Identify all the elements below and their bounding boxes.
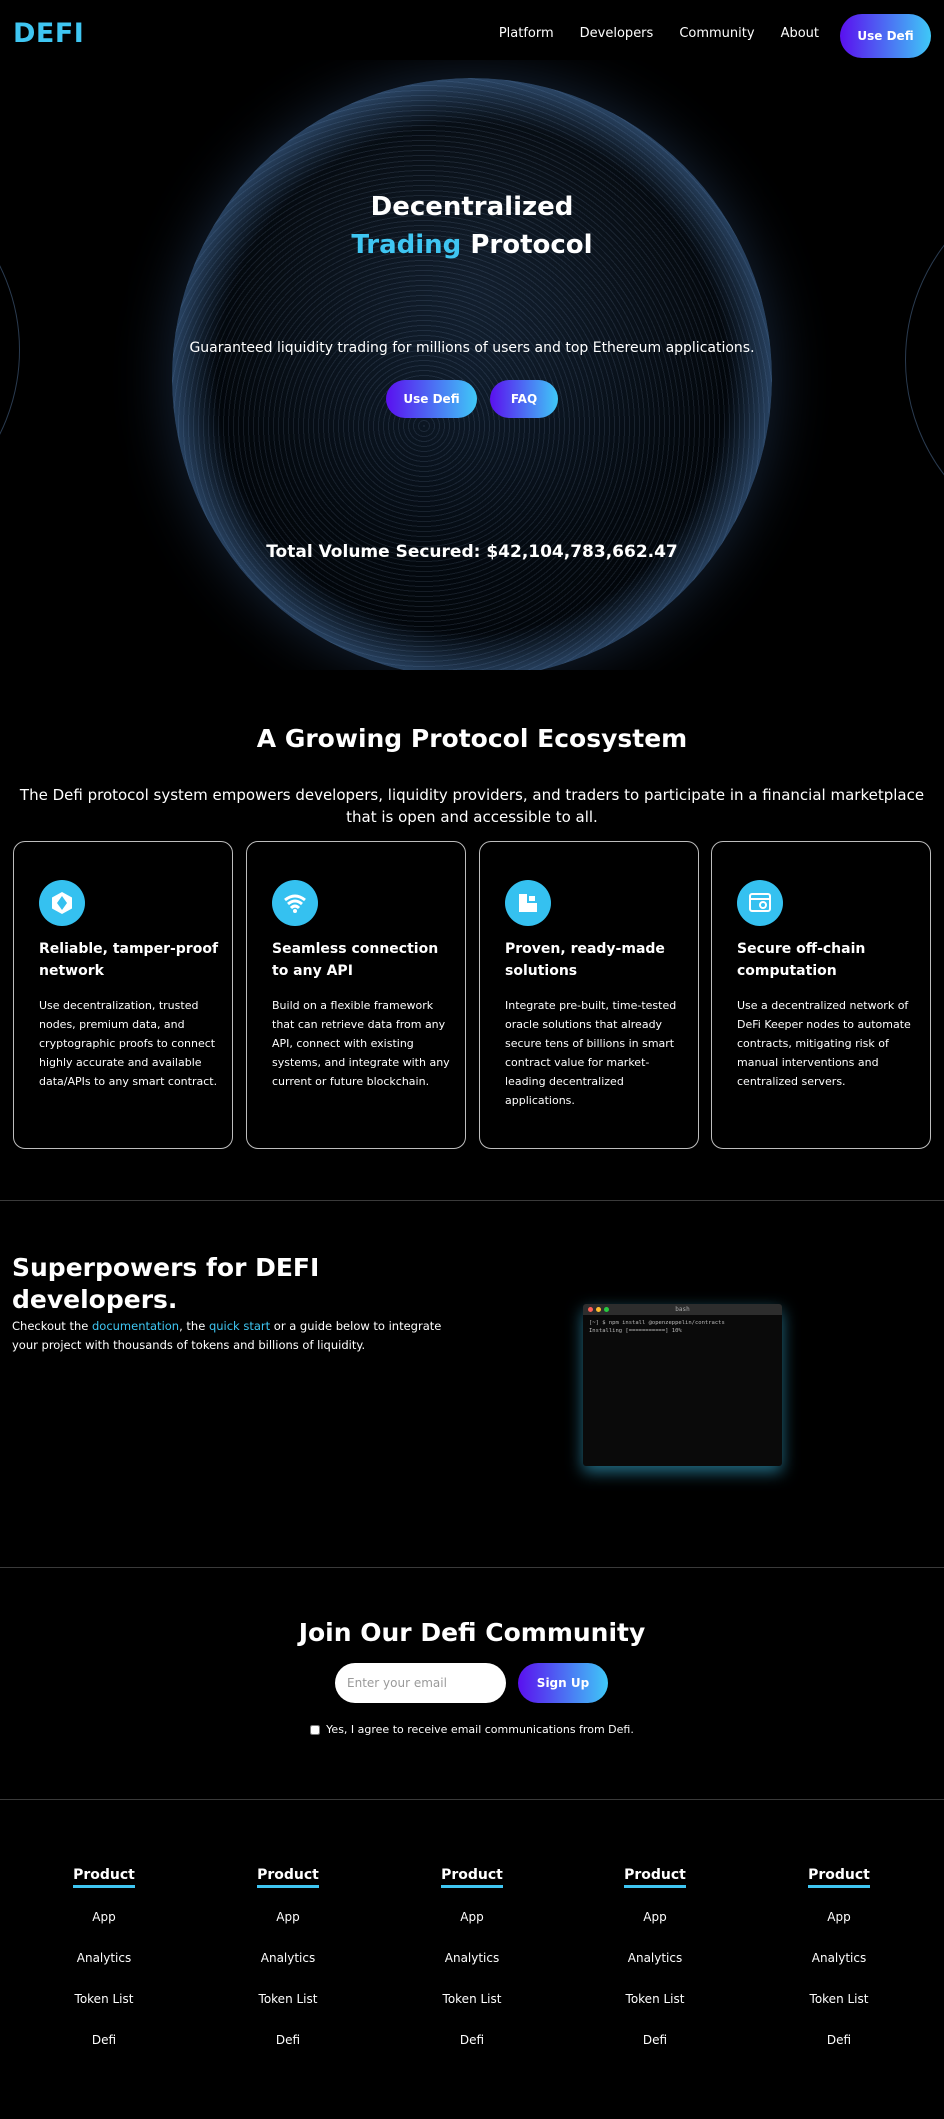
browser-gear-icon [737, 880, 783, 926]
footer-column: Product App Analytics Token List Defi [595, 1864, 715, 2047]
nav-link-community[interactable]: Community [679, 26, 754, 41]
feature-card: Reliable, tamper-proof network Use decen… [13, 841, 233, 1149]
feature-card: Proven, ready-made solutions Integrate p… [479, 841, 699, 1149]
ecosystem-title: A Growing Protocol Ecosystem [256, 724, 688, 753]
developers-title: Superpowers for DEFI developers. [12, 1253, 320, 1314]
feature-card: Secure off-chain computation Use a decen… [711, 841, 931, 1149]
terminal-window: bash [~] $ npm install @openzeppelin/con… [583, 1304, 782, 1466]
feature-card: Seamless connection to any API Build on … [246, 841, 466, 1149]
nav-link-developers[interactable]: Developers [580, 26, 654, 41]
footer-link-analytics[interactable]: Analytics [779, 1951, 899, 1965]
footer-column: Product App Analytics Token List Defi [412, 1864, 532, 2047]
hero-title-accent: Trading [351, 230, 462, 260]
section-divider [0, 1799, 944, 1800]
globe-image [172, 78, 772, 670]
hero-faq-button[interactable]: FAQ [490, 380, 558, 418]
footer-link-token-list[interactable]: Token List [228, 1992, 348, 2006]
footer-link-analytics[interactable]: Analytics [228, 1951, 348, 1965]
developers-description: Checkout the documentation, the quick st… [12, 1317, 442, 1355]
footer-column: Product App Analytics Token List Defi [779, 1864, 899, 2047]
total-volume: Total Volume Secured: $42,104,783,662.47 [266, 542, 678, 562]
developers-desc-prefix: Checkout the [12, 1319, 92, 1333]
card-title: Secure off-chain computation [737, 941, 866, 979]
footer-link-analytics[interactable]: Analytics [44, 1951, 164, 1965]
card-text: Build on a flexible framework that can r… [272, 999, 450, 1088]
logo[interactable]: DEFI [13, 18, 84, 49]
terminal-title: bash [675, 1306, 690, 1313]
footer-link-token-list[interactable]: Token List [595, 1992, 715, 2006]
footer-link-token-list[interactable]: Token List [412, 1992, 532, 2006]
footer-link-defi[interactable]: Defi [595, 2033, 715, 2047]
section-divider [0, 1567, 944, 1568]
hero-use-defi-button[interactable]: Use Defi [386, 380, 477, 418]
footer-column: Product App Analytics Token List Defi [228, 1864, 348, 2047]
footer-link-app[interactable]: App [44, 1910, 164, 1924]
agree-label: Yes, I agree to receive email communicat… [326, 1723, 634, 1736]
card-text: Integrate pre-built, time-tested oracle … [505, 999, 677, 1107]
card-title: Reliable, tamper-proof network [39, 941, 219, 979]
card-text: Use decentralization, trusted nodes, pre… [39, 999, 218, 1088]
agree-row: Yes, I agree to receive email communicat… [0, 1723, 944, 1736]
footer-link-app[interactable]: App [595, 1910, 715, 1924]
blocks-icon [505, 880, 551, 926]
developers-desc-mid: , the [179, 1319, 209, 1333]
terminal-title-bar: bash [583, 1304, 782, 1315]
card-title: Proven, ready-made solutions [505, 941, 665, 979]
footer-link-token-list[interactable]: Token List [44, 1992, 164, 2006]
footer-link-app[interactable]: App [228, 1910, 348, 1924]
card-title: Seamless connection to any API [272, 941, 439, 979]
ecosystem-description: The Defi protocol system empowers develo… [19, 786, 925, 826]
nav-link-platform[interactable]: Platform [499, 26, 554, 41]
footer-column-title: Product [257, 1867, 319, 1888]
footer-link-app[interactable]: App [412, 1910, 532, 1924]
sign-up-button[interactable]: Sign Up [518, 1663, 608, 1703]
footer-link-defi[interactable]: Defi [779, 2033, 899, 2047]
hexagon-diamond-icon [39, 880, 85, 926]
documentation-link[interactable]: documentation [92, 1319, 179, 1333]
email-input[interactable] [335, 1663, 506, 1703]
nav-use-defi-button[interactable]: Use Defi [840, 14, 931, 58]
footer-column-title: Product [73, 1867, 135, 1888]
footer-column-title: Product [624, 1867, 686, 1888]
footer-link-defi[interactable]: Defi [412, 2033, 532, 2047]
community-title: Join Our Defi Community [298, 1618, 646, 1647]
footer-link-defi[interactable]: Defi [44, 2033, 164, 2047]
footer-link-defi[interactable]: Defi [228, 2033, 348, 2047]
hero-title-line1: Decentralized [370, 192, 574, 222]
hero-title-line2: Trading Protocol [0, 226, 944, 264]
nav-links: Platform Developers Community About [499, 26, 819, 41]
wifi-signal-icon [272, 880, 318, 926]
hero-subtitle: Guaranteed liquidity trading for million… [189, 340, 755, 356]
quick-start-link[interactable]: quick start [209, 1319, 270, 1333]
hero-title-rest: Protocol [461, 230, 593, 260]
card-text: Use a decentralized network of DeFi Keep… [737, 999, 911, 1088]
footer-link-analytics[interactable]: Analytics [595, 1951, 715, 1965]
footer-link-analytics[interactable]: Analytics [412, 1951, 532, 1965]
hero-section [0, 60, 944, 670]
agree-checkbox[interactable] [310, 1725, 321, 1735]
footer-column-title: Product [441, 1867, 503, 1888]
section-divider [0, 1200, 944, 1201]
hero-title: Decentralized Trading Protocol [0, 188, 944, 264]
footer-column-title: Product [808, 1867, 870, 1888]
footer-column: Product App Analytics Token List Defi [44, 1864, 164, 2047]
terminal-line: Installing [===========] 10% [589, 1328, 682, 1334]
footer-link-app[interactable]: App [779, 1910, 899, 1924]
nav-link-about[interactable]: About [781, 26, 819, 41]
terminal-line: [~] $ npm install @openzeppelin/contract… [589, 1320, 725, 1326]
footer-link-token-list[interactable]: Token List [779, 1992, 899, 2006]
